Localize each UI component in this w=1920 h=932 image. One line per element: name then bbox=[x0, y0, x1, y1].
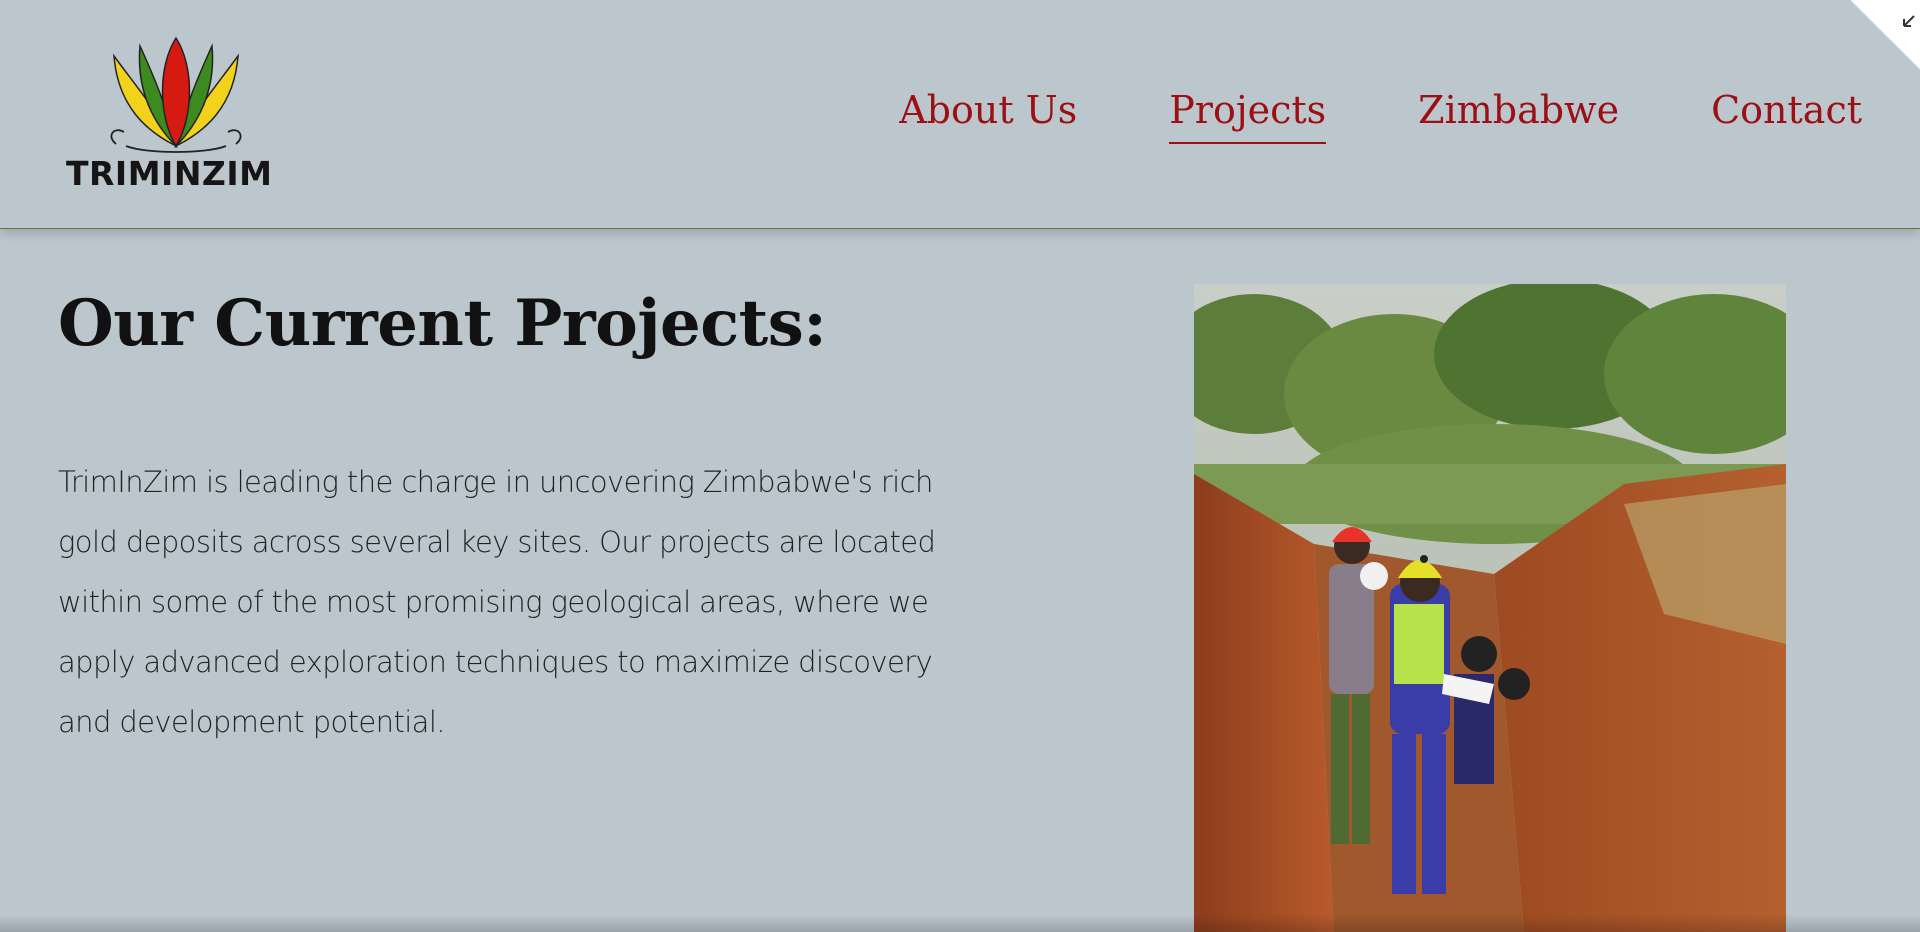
site-header: TRIMINZIM About Us Projects Zimbabwe Con… bbox=[0, 0, 1920, 229]
main-nav: About Us Projects Zimbabwe Contact bbox=[807, 88, 1862, 144]
page-title: Our Current Projects: bbox=[58, 286, 827, 361]
bottom-shadow bbox=[0, 914, 1920, 932]
nav-projects[interactable]: Projects bbox=[1169, 88, 1327, 144]
nav-contact[interactable]: Contact bbox=[1711, 88, 1862, 144]
nav-zimbabwe[interactable]: Zimbabwe bbox=[1418, 88, 1619, 144]
nav-about-us[interactable]: About Us bbox=[899, 88, 1077, 144]
page: TRIMINZIM About Us Projects Zimbabwe Con… bbox=[0, 0, 1920, 932]
project-trench-photo bbox=[1194, 284, 1786, 932]
photo-illustration bbox=[1194, 284, 1786, 932]
brand-logo[interactable]: TRIMINZIM bbox=[66, 36, 286, 196]
brand-name: TRIMINZIM bbox=[66, 154, 273, 193]
lotus-logo-icon bbox=[110, 36, 242, 153]
collapse-arrow-icon[interactable] bbox=[1849, 0, 1920, 71]
projects-description: TrimInZim is leading the charge in uncov… bbox=[58, 465, 936, 739]
